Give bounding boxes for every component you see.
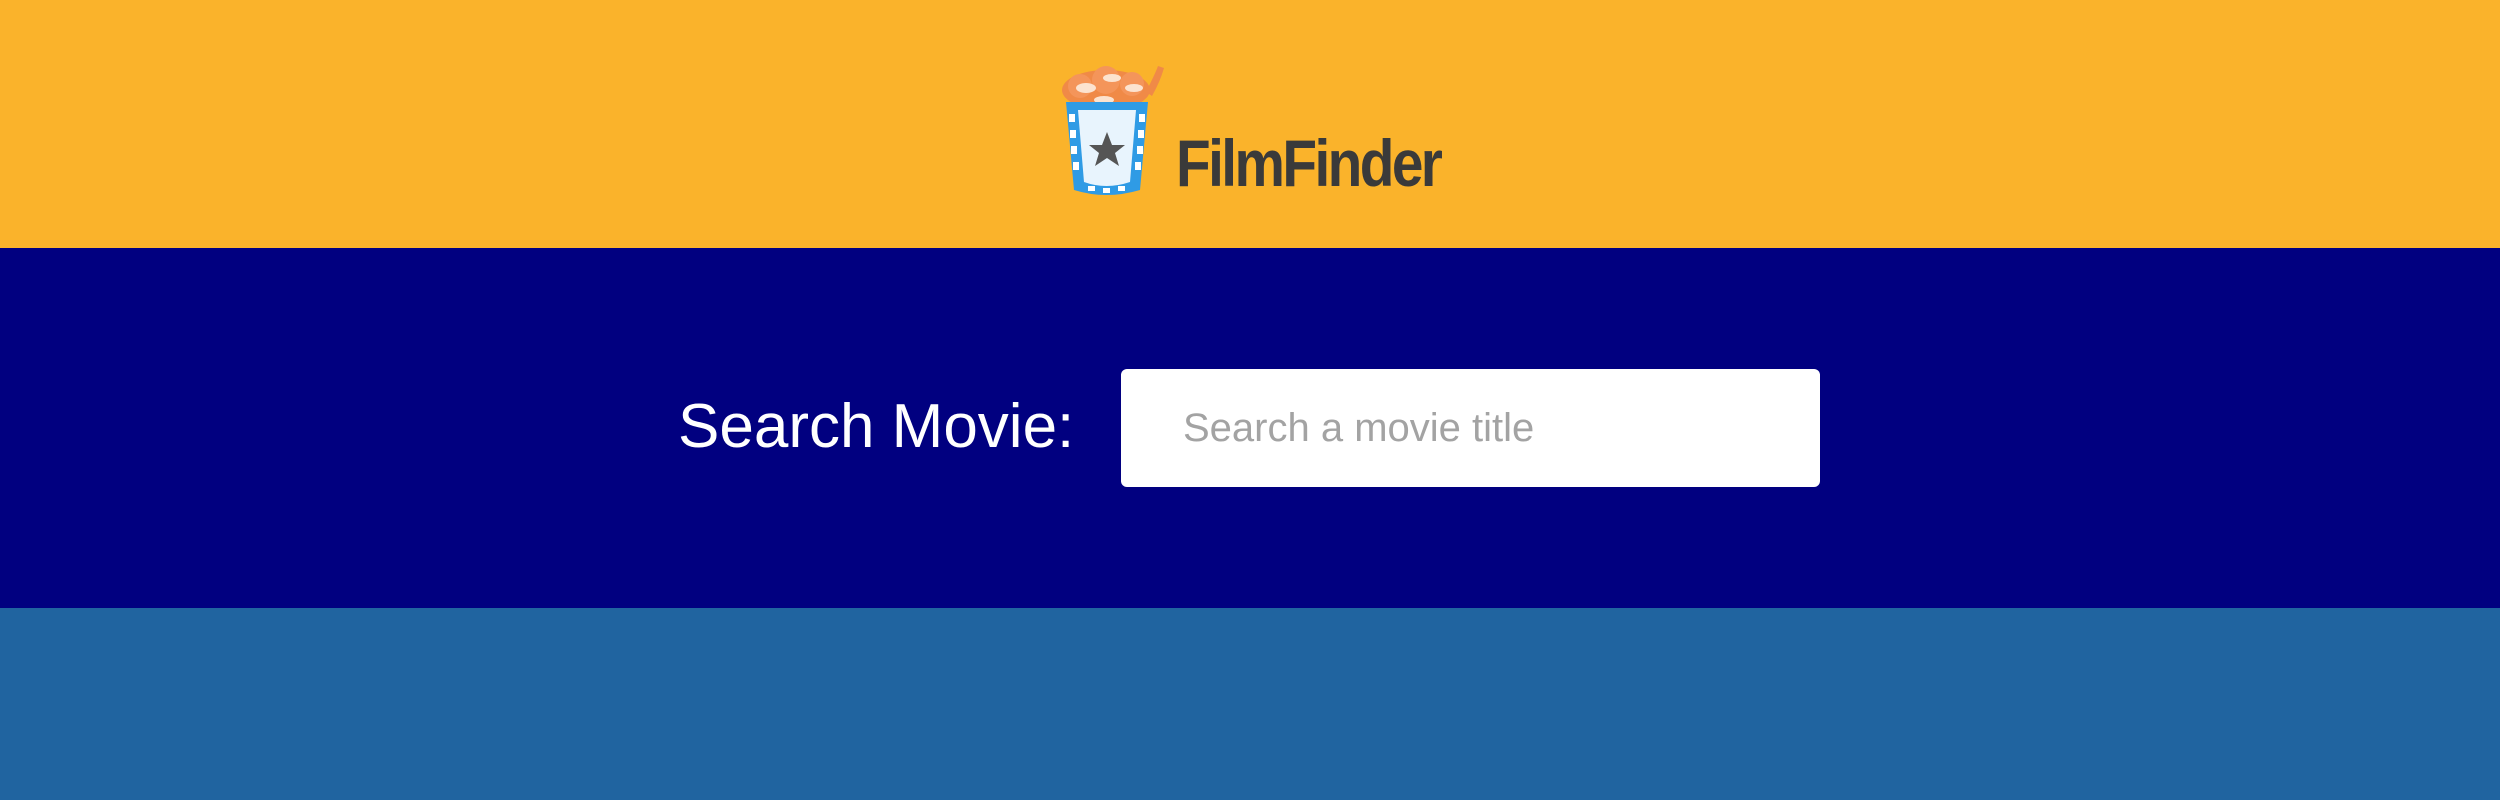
brand: FilmFinder [1060, 52, 1483, 202]
popcorn-film-cup-icon [1062, 66, 1164, 195]
app-name: FilmFinder [1176, 126, 1443, 200]
search-input[interactable] [1121, 369, 1820, 487]
results-area [0, 608, 2500, 800]
filmfinder-page: FilmFinder Search Movie: [0, 0, 2500, 800]
search-label: Search Movie: [678, 392, 1075, 461]
header-bar: FilmFinder [0, 0, 2500, 248]
